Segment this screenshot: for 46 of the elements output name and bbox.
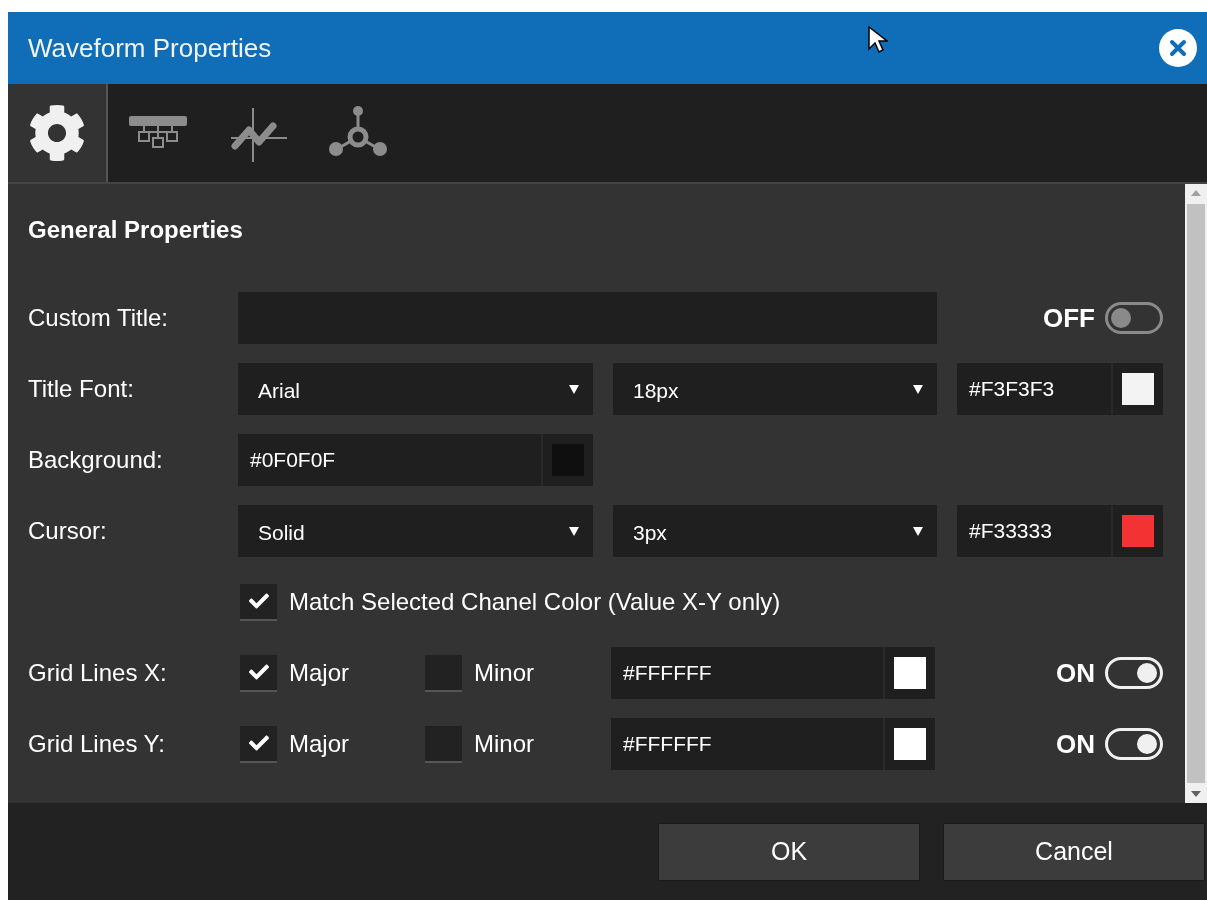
checkbox-label: Major bbox=[289, 658, 349, 688]
checkbox-label: Major bbox=[289, 729, 349, 759]
checkbox[interactable] bbox=[425, 654, 462, 692]
checkbox[interactable] bbox=[240, 583, 277, 621]
window-title: Waveform Properties bbox=[28, 31, 272, 65]
color-field[interactable]: #FFFFFF bbox=[611, 647, 935, 699]
mouse-pointer-icon bbox=[868, 26, 888, 54]
dropdown[interactable]: 18px bbox=[613, 363, 937, 415]
field-label: Title Font: bbox=[28, 374, 134, 404]
color-field[interactable]: #0F0F0F bbox=[238, 434, 593, 486]
dropdown-arrow-icon bbox=[569, 526, 579, 536]
checkbox[interactable] bbox=[240, 725, 277, 763]
field-label: Background: bbox=[28, 445, 164, 475]
close-button[interactable] bbox=[1159, 29, 1197, 67]
checkmark-icon bbox=[248, 591, 269, 611]
toggle-label: ON bbox=[1056, 727, 1095, 761]
network-icon bbox=[129, 116, 187, 150]
dropdown[interactable]: Solid bbox=[238, 505, 593, 557]
checkbox-label: Minor bbox=[474, 658, 534, 688]
color-field[interactable]: #F3F3F3 bbox=[957, 363, 1163, 415]
dropdown-arrow-icon bbox=[913, 384, 923, 394]
close-icon bbox=[1169, 39, 1187, 57]
checkbox-label: Minor bbox=[474, 729, 534, 759]
dropdown-arrow-icon bbox=[569, 384, 579, 394]
dialog-button[interactable]: Cancel bbox=[943, 822, 1205, 881]
gear-icon bbox=[28, 104, 86, 162]
checkbox[interactable] bbox=[240, 654, 277, 692]
field-label: Grid Lines X: bbox=[28, 658, 168, 688]
field-label: Grid Lines Y: bbox=[28, 729, 166, 759]
field-label: Cursor: bbox=[28, 516, 107, 546]
toggle-label: OFF bbox=[1043, 301, 1095, 335]
dropdown-arrow-icon bbox=[913, 526, 923, 536]
checkmark-icon bbox=[248, 733, 269, 753]
toggle-label: ON bbox=[1056, 656, 1095, 690]
color-field[interactable]: #F33333 bbox=[957, 505, 1163, 557]
dropdown[interactable]: Arial bbox=[238, 363, 593, 415]
checkmark-icon bbox=[248, 662, 269, 682]
dialog-button[interactable]: OK bbox=[658, 822, 920, 881]
checkbox[interactable] bbox=[425, 725, 462, 763]
field-label: Custom Title: bbox=[28, 303, 170, 333]
color-field[interactable]: #FFFFFF bbox=[611, 718, 935, 770]
checkbox-label: Match Selected Chanel Color (Value X-Y only) bbox=[289, 587, 781, 617]
tab[interactable] bbox=[8, 84, 108, 182]
dropdown[interactable]: 3px bbox=[613, 505, 937, 557]
toggle-switch[interactable] bbox=[1105, 302, 1163, 334]
scrollbar[interactable] bbox=[1185, 184, 1207, 803]
